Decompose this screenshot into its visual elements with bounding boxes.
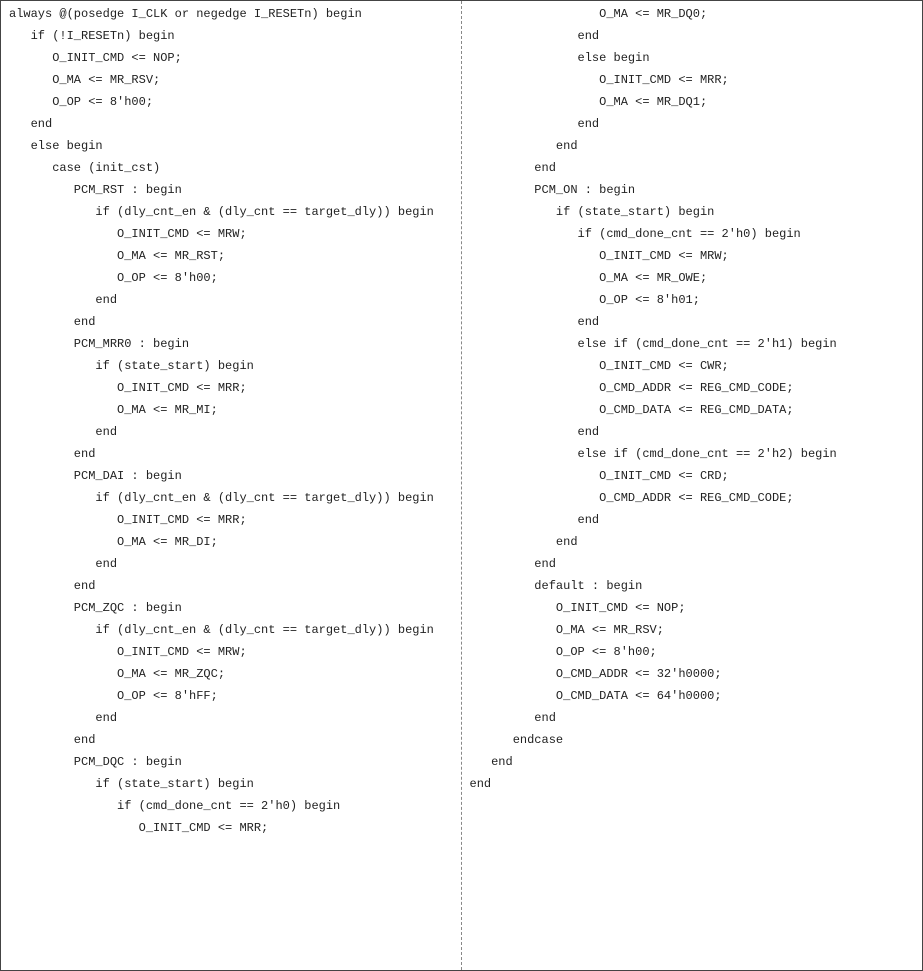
code-line: if (state_start) begin <box>1 773 461 795</box>
code-line: O_INIT_CMD <= NOP; <box>1 47 461 69</box>
code-line: end <box>1 289 461 311</box>
code-line: end <box>1 553 461 575</box>
code-frame: always @(posedge I_CLK or negedge I_RESE… <box>0 0 923 971</box>
code-line: if (cmd_done_cnt == 2'h0) begin <box>1 795 461 817</box>
code-line: end <box>462 421 923 443</box>
code-line: else begin <box>462 47 923 69</box>
code-line: O_INIT_CMD <= NOP; <box>462 597 923 619</box>
code-line: O_CMD_ADDR <= REG_CMD_CODE; <box>462 487 923 509</box>
code-line: O_OP <= 8'h00; <box>1 91 461 113</box>
code-line: O_OP <= 8'h00; <box>462 641 923 663</box>
code-line: end <box>462 113 923 135</box>
code-line: case (init_cst) <box>1 157 461 179</box>
code-line: if (dly_cnt_en & (dly_cnt == target_dly)… <box>1 201 461 223</box>
code-line: if (!I_RESETn) begin <box>1 25 461 47</box>
code-line: O_MA <= MR_RSV; <box>1 69 461 91</box>
code-line: end <box>462 707 923 729</box>
code-line: O_INIT_CMD <= MRW; <box>462 245 923 267</box>
code-line: O_MA <= MR_DQ0; <box>462 3 923 25</box>
code-line: O_INIT_CMD <= MRW; <box>1 641 461 663</box>
code-column-left: always @(posedge I_CLK or negedge I_RESE… <box>1 1 462 970</box>
code-line: O_CMD_DATA <= REG_CMD_DATA; <box>462 399 923 421</box>
code-line: end <box>462 773 923 795</box>
code-line: O_INIT_CMD <= CWR; <box>462 355 923 377</box>
code-line: O_OP <= 8'hFF; <box>1 685 461 707</box>
code-line: end <box>1 707 461 729</box>
code-line: O_CMD_DATA <= 64'h0000; <box>462 685 923 707</box>
code-line: O_MA <= MR_DQ1; <box>462 91 923 113</box>
code-line: O_OP <= 8'h00; <box>1 267 461 289</box>
code-line: O_MA <= MR_ZQC; <box>1 663 461 685</box>
code-line: O_MA <= MR_MI; <box>1 399 461 421</box>
code-line: end <box>1 729 461 751</box>
code-line: end <box>462 157 923 179</box>
code-line: O_INIT_CMD <= MRR; <box>1 509 461 531</box>
code-line: end <box>462 531 923 553</box>
code-line: PCM_DQC : begin <box>1 751 461 773</box>
code-line: O_INIT_CMD <= CRD; <box>462 465 923 487</box>
code-line: O_MA <= MR_RST; <box>1 245 461 267</box>
code-line: end <box>1 311 461 333</box>
code-line: end <box>1 113 461 135</box>
code-line: O_INIT_CMD <= MRR; <box>462 69 923 91</box>
code-line: if (state_start) begin <box>462 201 923 223</box>
code-line: O_CMD_ADDR <= REG_CMD_CODE; <box>462 377 923 399</box>
code-line: O_MA <= MR_OWE; <box>462 267 923 289</box>
code-line: O_INIT_CMD <= MRR; <box>1 817 461 839</box>
code-line: end <box>462 311 923 333</box>
code-line: end <box>1 443 461 465</box>
code-line: PCM_RST : begin <box>1 179 461 201</box>
code-line: PCM_ON : begin <box>462 179 923 201</box>
code-line: PCM_DAI : begin <box>1 465 461 487</box>
code-line: if (dly_cnt_en & (dly_cnt == target_dly)… <box>1 487 461 509</box>
code-line: end <box>462 553 923 575</box>
code-line: O_INIT_CMD <= MRR; <box>1 377 461 399</box>
code-line: else if (cmd_done_cnt == 2'h1) begin <box>462 333 923 355</box>
code-line: if (cmd_done_cnt == 2'h0) begin <box>462 223 923 245</box>
code-line: PCM_MRR0 : begin <box>1 333 461 355</box>
code-line: end <box>462 509 923 531</box>
code-line: O_MA <= MR_RSV; <box>462 619 923 641</box>
code-line: else begin <box>1 135 461 157</box>
code-line: endcase <box>462 729 923 751</box>
code-line: end <box>1 575 461 597</box>
code-line: PCM_ZQC : begin <box>1 597 461 619</box>
code-line: O_INIT_CMD <= MRW; <box>1 223 461 245</box>
code-line: O_OP <= 8'h01; <box>462 289 923 311</box>
code-line: if (dly_cnt_en & (dly_cnt == target_dly)… <box>1 619 461 641</box>
code-line: default : begin <box>462 575 923 597</box>
code-line: else if (cmd_done_cnt == 2'h2) begin <box>462 443 923 465</box>
code-line: end <box>462 751 923 773</box>
code-line: always @(posedge I_CLK or negedge I_RESE… <box>1 3 461 25</box>
code-line: end <box>462 135 923 157</box>
code-line: O_CMD_ADDR <= 32'h0000; <box>462 663 923 685</box>
code-line: O_MA <= MR_DI; <box>1 531 461 553</box>
code-line: if (state_start) begin <box>1 355 461 377</box>
code-line: end <box>1 421 461 443</box>
code-line: end <box>462 25 923 47</box>
code-column-right: O_MA <= MR_DQ0; end else begin O_INIT_CM… <box>462 1 923 970</box>
